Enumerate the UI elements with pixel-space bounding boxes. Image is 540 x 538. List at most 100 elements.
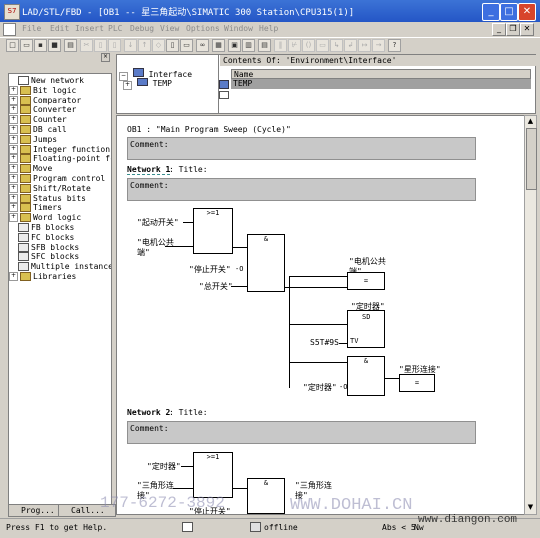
tree-item[interactable]: + Word logic [9,213,81,223]
monitor-icon[interactable]: ◇ [152,39,165,52]
tree-item[interactable]: + Floating-point fc [9,154,111,164]
and-box-n1-second[interactable]: & [347,356,385,396]
menu-help[interactable]: Help [259,24,278,33]
zoom-icon[interactable]: ▣ [228,39,241,52]
panel-close-icon[interactable]: × [101,53,110,62]
network2-label[interactable]: Network 2 [127,408,170,417]
operand-timer-negated[interactable]: "定时器" [303,382,337,393]
and-box-n2[interactable]: & [247,478,285,514]
expand-icon[interactable]: + [9,154,18,164]
paste-icon[interactable]: ▯ [108,39,121,52]
tree-item[interactable]: + Jumps [9,134,57,145]
open-icon[interactable]: ▭ [20,39,33,52]
menu-debug[interactable]: Debug [130,24,154,33]
assign-coil-motor[interactable]: = [347,272,385,290]
tree-item[interactable]: New network [9,76,84,86]
network2-comment[interactable]: Comment: [127,421,476,444]
tree-item[interactable]: FB blocks [9,223,74,233]
contact-no-icon[interactable]: ‖ [274,39,287,52]
network2-title[interactable]: : Title: [169,408,208,417]
menu-insert[interactable]: Insert [75,24,104,33]
tree-item[interactable]: + Integer function [9,144,110,155]
doc-minimize-button[interactable]: _ [492,23,506,36]
expand-icon[interactable]: + [9,272,18,281]
tree-item[interactable]: + Status bits [9,193,86,204]
new-icon[interactable]: □ [6,39,19,52]
help-icon[interactable]: ? [388,39,401,52]
maximize-button[interactable]: □ [500,3,518,21]
tree-item[interactable]: SFC blocks [9,252,79,262]
pointer-icon[interactable]: → [372,39,385,52]
print-icon[interactable]: ▤ [64,39,77,52]
operand-main-switch[interactable]: "总开关" [199,281,233,292]
network1-title[interactable]: : Title: [169,165,208,174]
assign-coil-star[interactable]: = [399,374,435,392]
cut-icon[interactable]: ✂ [80,39,93,52]
expand-icon[interactable]: + [9,183,18,193]
glasses-icon[interactable]: ∞ [196,39,209,52]
menu-edit[interactable]: Edit [50,24,69,33]
table-row-temp[interactable]: TEMP [231,79,531,89]
operand-stop-switch[interactable]: "停止开关" [189,264,231,275]
fbd-icon[interactable]: ▭ [180,39,193,52]
or-box-n1[interactable]: >=1 [193,208,233,254]
box-icon[interactable]: ▭ [316,39,329,52]
block-comment[interactable]: Comment: [127,137,476,160]
menu-plc[interactable]: PLC [108,24,122,33]
coil-icon[interactable]: () [302,39,315,52]
network1-comment[interactable]: Comment: [127,178,476,201]
code-vertical-scrollbar[interactable]: ▲ ▼ [524,115,537,515]
expand-icon[interactable]: + [9,203,18,213]
connection-icon[interactable]: ↦ [358,39,371,52]
network-icon[interactable]: ▪ [34,39,47,52]
operand-motor-common-line2[interactable]: 端" [137,247,150,258]
menu-view[interactable]: View [160,24,179,33]
menu-options[interactable]: Options [186,24,220,33]
expand-icon[interactable]: + [9,134,18,144]
expand-icon[interactable]: + [123,81,132,90]
column-name-header[interactable]: Name [231,69,531,79]
tree-item[interactable]: + Move [9,164,52,174]
scroll-down-icon[interactable]: ▼ [525,502,536,512]
tree-item[interactable]: FC blocks [9,232,74,243]
and-box-n1[interactable]: & [247,234,285,292]
sd-timer-box[interactable]: SD TV [347,310,385,348]
expand-icon[interactable]: + [9,85,18,95]
tree-item[interactable]: + Libraries [9,272,76,282]
tree-item[interactable]: + Bit logic [9,85,76,96]
timer-value[interactable]: S5T#9S [310,338,339,347]
operand-start-switch[interactable]: "起动开关" [137,217,179,228]
tree-item[interactable]: + DB call [9,125,67,135]
catalog-icon[interactable]: ▦ [212,39,225,52]
tree-item[interactable]: + Converter [9,105,76,115]
minimize-button[interactable]: _ [482,3,500,21]
scroll-thumb[interactable] [526,128,537,190]
scroll-up-icon[interactable]: ▲ [525,116,536,126]
expand-icon[interactable]: + [9,174,18,183]
expand-icon[interactable]: + [9,105,18,115]
expand-icon[interactable]: + [9,164,18,174]
expand-icon[interactable]: + [9,144,18,154]
tree-item[interactable]: + Counter [9,115,67,125]
tree-item[interactable]: + Timers [9,203,62,213]
menu-window[interactable]: Window [224,24,253,33]
download-icon[interactable]: ↓ [124,39,137,52]
branch-close-icon[interactable]: ↲ [344,39,357,52]
copy-icon[interactable]: ▯ [94,39,107,52]
lad-icon[interactable]: ▯ [166,39,179,52]
document-menu-icon[interactable] [3,23,16,36]
close-button[interactable]: ✕ [518,3,536,21]
expand-icon[interactable]: + [9,125,18,134]
code-editor[interactable]: OB1 : "Main Program Sweep (Cycle)" Comme… [116,115,526,515]
expand-icon[interactable]: + [9,115,18,125]
contact-nc-icon[interactable]: ⊬ [288,39,301,52]
expand-icon[interactable]: + [9,213,18,223]
tree-item[interactable]: SFB blocks [9,242,79,253]
network1-label[interactable]: Network 1 [127,165,171,175]
tree-item[interactable]: Multiple instance [9,262,111,272]
branch-open-icon[interactable]: ↳ [330,39,343,52]
expand-icon[interactable]: + [9,193,18,203]
interface-tree-temp[interactable]: + TEMP [123,78,172,90]
overview-icon[interactable]: ▥ [242,39,255,52]
tree-item[interactable]: + Comparator [9,95,81,106]
